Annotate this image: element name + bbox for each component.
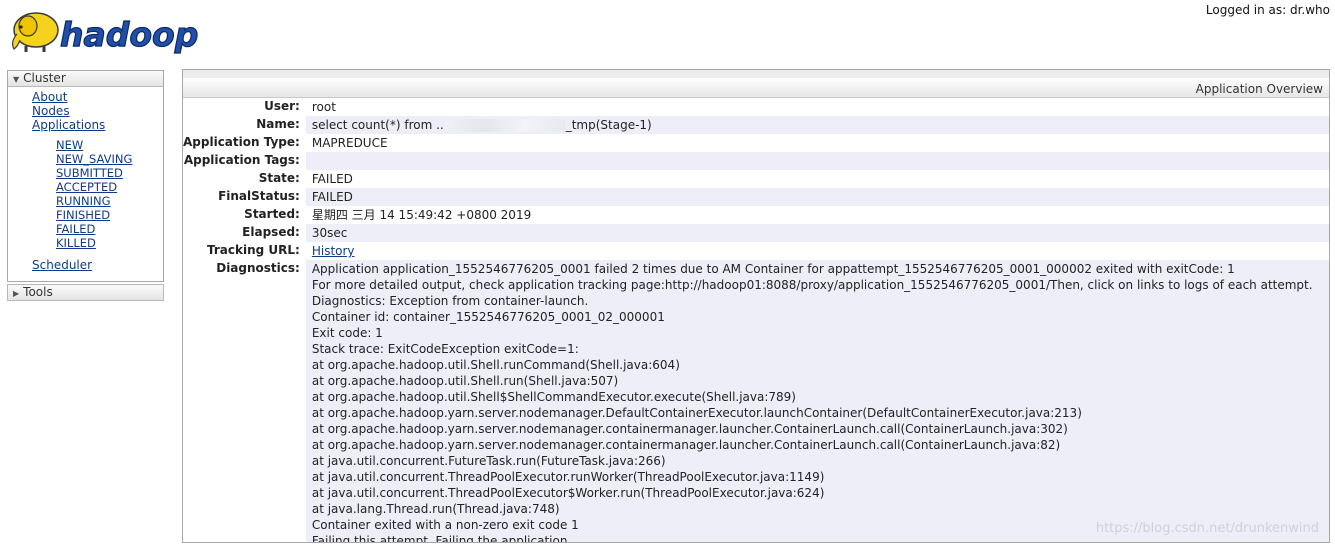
tracking-url-label: Tracking URL: <box>207 243 300 257</box>
diagnostics-line: at org.apache.hadoop.util.Shell.run(Shel… <box>311 374 619 388</box>
nav-about-link[interactable]: About <box>32 90 163 104</box>
started-value: 星期四 三月 14 15:49:42 +0800 2019 <box>311 208 532 222</box>
row-tracking-url: Tracking URL: History <box>183 242 1329 260</box>
diagnostics-line: Diagnostics: Exception from container-la… <box>311 294 589 308</box>
name-label: Name: <box>256 117 300 131</box>
diagnostics-line: at java.util.concurrent.ThreadPoolExecut… <box>311 486 825 500</box>
overview-table: User: root Name: select count(*) from ..… <box>183 98 1329 542</box>
diagnostics-line: at org.apache.hadoop.util.Shell$ShellCom… <box>311 390 796 404</box>
app-tags-label: Application Tags: <box>183 153 300 167</box>
row-final-status: FinalStatus: FAILED <box>183 188 1329 206</box>
user-value: root <box>311 100 336 114</box>
state-label: State: <box>258 171 300 185</box>
tools-header[interactable]: ▶ Tools <box>8 285 163 300</box>
elapsed-label: Elapsed: <box>242 225 300 239</box>
state-link-accepted[interactable]: ACCEPTED <box>56 180 163 194</box>
diagnostics-line: at org.apache.hadoop.yarn.server.nodeman… <box>311 406 1082 420</box>
history-link[interactable]: History <box>312 244 355 258</box>
cluster-header-label: Cluster <box>23 71 66 85</box>
logged-in-user: Logged in as: dr.who <box>1205 3 1330 17</box>
diagnostics-line: at java.lang.Thread.run(Thread.java:748) <box>311 502 560 516</box>
collapsed-triangle-icon: ▶ <box>13 289 20 298</box>
diagnostics-line: at org.apache.hadoop.yarn.server.nodeman… <box>311 438 1061 452</box>
elapsed-value: 30sec <box>305 224 1329 242</box>
sidebar-nav: ▼ Cluster About Nodes Applications NEW NE… <box>7 70 164 301</box>
diagnostics-line: at org.apache.hadoop.yarn.server.nodeman… <box>311 422 1068 436</box>
name-value-prefix: select count(*) from .. <box>311 118 444 132</box>
state-link-new-saving[interactable]: NEW_SAVING <box>56 152 163 166</box>
app-states-list: NEW NEW_SAVING SUBMITTED ACCEPTED RUNNIN… <box>32 132 163 258</box>
expanded-triangle-icon: ▼ <box>13 75 20 84</box>
application-overview-panel: Application Overview User: root Name: se… <box>182 69 1330 543</box>
nav-scheduler-link[interactable]: Scheduler <box>32 258 163 272</box>
nav-nodes-link[interactable]: Nodes <box>32 104 163 118</box>
state-link-finished[interactable]: FINISHED <box>56 208 163 222</box>
tracking-url-value: History <box>306 242 1329 260</box>
final-status-label: FinalStatus: <box>218 189 300 203</box>
watermark: https://blog.csdn.net/drunkenwind <box>1095 521 1319 536</box>
app-type-label: Application Type: <box>183 135 300 149</box>
diagnostics-line: Stack trace: ExitCodeException exitCode=… <box>311 342 579 356</box>
state-link-failed[interactable]: FAILED <box>56 222 163 236</box>
started-label: Started: <box>244 207 300 221</box>
row-state: State: FAILED <box>183 170 1329 188</box>
row-app-type: Application Type: MAPREDUCE <box>183 134 1329 152</box>
diagnostics-line: Exit code: 1 <box>311 326 383 340</box>
diagnostics-label: Diagnostics: <box>216 261 300 275</box>
row-started: Started: 星期四 三月 14 15:49:42 +0800 2019 <box>183 206 1329 224</box>
diagnostics-line: at org.apache.hadoop.util.Shell.runComma… <box>311 358 680 372</box>
redacted-blur <box>444 119 565 132</box>
row-user: User: root <box>183 98 1329 116</box>
state-value: FAILED <box>311 172 353 186</box>
tools-section: ▶ Tools <box>7 284 164 301</box>
name-value: select count(*) from .. _tmp(Stage-1) <box>305 116 1329 134</box>
diagnostics-line: For more detailed output, check applicat… <box>311 278 1313 292</box>
diagnostics-value: Application application_1552546776205_00… <box>305 260 1329 542</box>
cluster-section: ▼ Cluster About Nodes Applications NEW NE… <box>7 70 164 282</box>
panel-title: Application Overview <box>183 70 1329 98</box>
nav-applications-link[interactable]: Applications <box>32 118 163 132</box>
logo-wordmark: hadoop <box>60 15 198 54</box>
state-link-killed[interactable]: KILLED <box>56 236 163 250</box>
final-status-value: FAILED <box>305 188 1329 206</box>
row-app-tags: Application Tags: <box>183 152 1329 170</box>
row-diagnostics: Diagnostics: Application application_155… <box>183 260 1329 542</box>
state-link-running[interactable]: RUNNING <box>56 194 163 208</box>
row-elapsed: Elapsed: 30sec <box>183 224 1329 242</box>
state-link-submitted[interactable]: SUBMITTED <box>56 166 163 180</box>
user-label: User: <box>264 99 300 113</box>
diagnostics-line: at java.util.concurrent.ThreadPoolExecut… <box>311 470 825 484</box>
state-link-new[interactable]: NEW <box>56 138 163 152</box>
tools-header-label: Tools <box>23 285 53 299</box>
cluster-header[interactable]: ▼ Cluster <box>8 71 163 87</box>
app-tags-value <box>305 152 1329 170</box>
app-type-value: MAPREDUCE <box>311 136 388 150</box>
diagnostics-line: Container id: container_1552546776205_00… <box>311 310 665 324</box>
row-name: Name: select count(*) from .. _tmp(Stage-… <box>183 116 1329 134</box>
hadoop-logo[interactable]: hadoop <box>8 4 208 55</box>
name-value-suffix: _tmp(Stage-1) <box>565 118 652 132</box>
diagnostics-line: Application application_1552546776205_00… <box>311 262 1235 276</box>
diagnostics-line: at java.util.concurrent.FutureTask.run(F… <box>311 454 666 468</box>
